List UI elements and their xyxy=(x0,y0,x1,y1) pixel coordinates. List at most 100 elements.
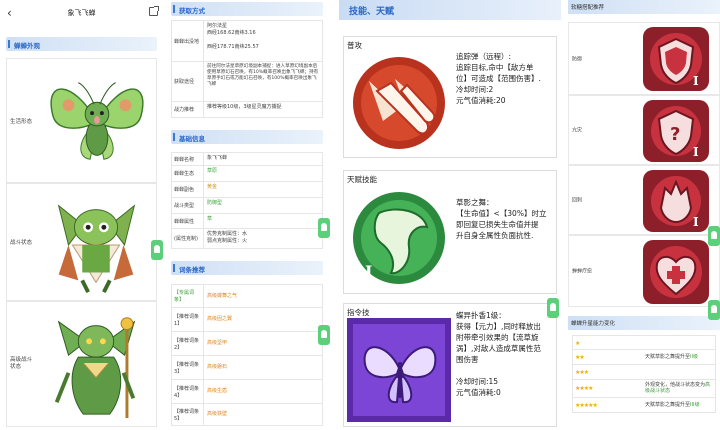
form-label: 战斗状态 xyxy=(10,240,33,246)
spiked-fist-gem-icon[interactable]: I xyxy=(641,168,711,234)
star-rating: ★★★★★ xyxy=(575,402,598,409)
table-row: ★ xyxy=(572,335,716,350)
skills-section-title: 技能、天赋 xyxy=(349,7,395,17)
skill-description: 追踪弹（远程）: 追踪目标,命中【敌方单 位】可造成【范围伤害】. 冷却时间:2… xyxy=(456,52,541,105)
table-row: 蝉蝉副色 黄金 xyxy=(171,182,323,198)
table-value[interactable]: 高级坚甲 xyxy=(204,332,322,349)
skill-card-basic-attack: 普攻 追踪弹（远程）: 追踪目标,命中【敌方单 位】可造成【范围伤害】. 冷却时… xyxy=(343,36,557,158)
table-row: 获取途径 前往阿尔法星草原幻境副本捕捉：进入草原幻境副本后使用草原幻石召唤，有1… xyxy=(171,62,323,102)
acquire-section-title: 获取方式 xyxy=(179,7,205,15)
svg-text:I: I xyxy=(693,74,699,88)
leaf-claw-icon: I xyxy=(353,192,445,284)
table-row: 蝉蝉生态 草原 xyxy=(171,166,323,182)
basic-info-section-title: 基础信息 xyxy=(179,135,205,143)
gem-row-thorns: 回刺 I xyxy=(568,165,720,235)
skills-section-header: 技能、天赋 xyxy=(339,0,561,20)
advanced-battle-form-image xyxy=(54,317,136,419)
floating-side-tab[interactable] xyxy=(318,325,330,345)
table-row: ★★★★★ 天赋草影之舞提升至III级 xyxy=(572,398,716,413)
top-bar: ‹ 象飞飞蝉 xyxy=(0,0,163,26)
table-key: 【推荐词条4】 xyxy=(172,380,204,403)
entry-table: 【专属词条】 高级蝶舞之气 【推荐词条1】 高级固之翼 【推荐词条2】 高级坚甲… xyxy=(171,284,323,426)
gem-and-star-panel: 软糖搭配推荐 防御 I 亢灾 ? I 回刺 I 蝉蝉疗愈 蝉蝉升星能力变化 ★ … xyxy=(568,0,720,430)
gem-label: 回刺 xyxy=(572,197,583,204)
table-key: 蝉蝉名称 xyxy=(172,153,204,165)
appearance-section-header: 蝉蝉外观 xyxy=(6,37,157,51)
table-value[interactable]: 高级固之翼 xyxy=(204,308,322,325)
floating-side-tab[interactable] xyxy=(708,226,720,246)
table-value: 防御型 xyxy=(207,200,223,206)
table-value: 优势克制属性：水 弱点克制属性：火 xyxy=(207,231,248,244)
table-value[interactable]: 高级蝶舞之气 xyxy=(204,285,322,302)
floating-side-tab[interactable] xyxy=(708,300,720,320)
gem-label: 亢灾 xyxy=(572,127,583,134)
svg-text:I: I xyxy=(365,262,372,281)
missile-icon xyxy=(353,57,445,149)
table-value: 前往阿尔法星草原幻境副本捕捉：进入草原幻境副本后使用草原幻石召唤，有10%概率召… xyxy=(207,64,319,87)
star-section-header: 蝉蝉升星能力变化 xyxy=(568,316,720,330)
table-key: 【推荐词条1】 xyxy=(172,308,204,331)
share-icon[interactable] xyxy=(149,6,159,16)
table-value: 黄金 xyxy=(207,184,218,190)
gem-label: 蝉蝉疗愈 xyxy=(572,268,593,275)
table-row: ★★★★ 外观变化，他战斗状态变为高级战斗状态 xyxy=(572,380,716,398)
butterfly-skill-icon xyxy=(347,318,451,422)
star-desc: 外观变化，他战斗状态变为高级战斗状态 xyxy=(645,382,711,394)
basic-info-table: 蝉蝉名称 象飞飞蝉 蝉蝉生态 草原 蝉蝉副色 黄金 战斗类型 防御型 蝉蝉属性 … xyxy=(171,152,323,249)
table-key: 【推荐词条3】 xyxy=(172,356,204,379)
skill-card-talent: 天赋技能 I 草影之舞： 【生命值】<【30%】时立 即回复已损失生命值并提 升… xyxy=(343,170,557,294)
table-row: 蝉蝉名称 象飞飞蝉 xyxy=(171,152,323,166)
table-row: ★★ 天赋草影之舞提升至II级 xyxy=(572,350,716,365)
skill-description: 草影之舞： 【生命值】<【30%】时立 即回复已损失生命值并提 升自身全属性负面… xyxy=(456,198,547,240)
gem-row-defense: 防御 I xyxy=(568,22,720,95)
table-key: 【专属词条】 xyxy=(172,285,204,307)
table-row: 【推荐词条5】 高级铁壁 xyxy=(171,404,323,426)
table-key: 蝉蝉属性 xyxy=(172,214,204,228)
acquire-table: 蝉蝉出没地 阿尔法星 西经168.62南纬3.16 西经178.71南纬25.5… xyxy=(171,20,323,118)
butterfly-life-form-image xyxy=(50,82,144,160)
form-label: 高级战斗状态 xyxy=(10,357,33,370)
table-value: 推荐等级10级，3级星灵魔方捕捉 xyxy=(207,104,282,110)
table-key: 战斗类型 xyxy=(172,198,204,213)
floating-side-tab[interactable] xyxy=(151,240,163,260)
form-row-advanced-battle: 高级战斗状态 xyxy=(6,301,157,427)
floating-side-tab[interactable] xyxy=(318,218,330,238)
skill-name: 天赋技能 xyxy=(347,175,377,184)
table-value: 阿尔法星 西经168.62南纬3.16 西经178.71南纬25.57 xyxy=(207,23,259,50)
shield-question-gem-icon[interactable]: ? I xyxy=(641,98,711,164)
table-value[interactable]: 高级生盾 xyxy=(204,380,322,397)
creature-info-panel: 获取方式 蝉蝉出没地 阿尔法星 西经168.62南纬3.16 西经178.71南… xyxy=(165,0,330,430)
table-row: 蝉蝉出没地 阿尔法星 西经168.62南纬3.16 西经178.71南纬25.5… xyxy=(171,20,323,62)
table-row: 蝉蝉属性 草 xyxy=(171,214,323,229)
svg-text:?: ? xyxy=(670,124,680,145)
floating-side-tab[interactable] xyxy=(547,298,559,318)
gem-row-disaster: 亢灾 ? I xyxy=(568,95,720,165)
svg-text:I: I xyxy=(693,215,699,229)
star-section-title: 蝉蝉升星能力变化 xyxy=(571,321,616,327)
creature-appearance-panel: ‹ 象飞飞蝉 蝉蝉外观 生活形态 战斗状态 高级战斗状态 xyxy=(0,0,163,430)
table-value[interactable]: 高级磐石 xyxy=(204,356,322,373)
battle-form-image xyxy=(57,204,136,294)
table-key: 战力推荐 xyxy=(172,102,204,117)
table-value: 象飞飞蝉 xyxy=(207,155,228,161)
table-key: (属性克制) xyxy=(172,229,204,248)
table-row: 【推荐词条2】 高级坚甲 xyxy=(171,332,323,356)
shield-gem-icon[interactable]: I xyxy=(641,25,711,93)
skill-name: 指令技 xyxy=(347,308,370,317)
heart-heal-gem-icon[interactable] xyxy=(641,238,711,306)
acquire-section-header: 获取方式 xyxy=(171,2,323,16)
table-row: 【推荐词条4】 高级生盾 xyxy=(171,380,323,404)
table-key: 蝉蝉生态 xyxy=(172,166,204,181)
table-value[interactable]: 高级铁壁 xyxy=(204,404,322,420)
table-row: 【推荐词条1】 高级固之翼 xyxy=(171,308,323,332)
table-row: ★★★ xyxy=(572,365,716,380)
table-row: 战斗类型 防御型 xyxy=(171,198,323,214)
star-rating: ★★★ xyxy=(575,369,589,376)
star-rating: ★★ xyxy=(575,354,585,361)
skills-panel: 技能、天赋 普攻 追踪弹（远程）: 追踪目标,命中【敌方单 位】可造成【范围伤害… xyxy=(339,0,561,430)
star-rating: ★★★★ xyxy=(575,385,593,392)
form-row-life: 生活形态 xyxy=(6,58,157,183)
star-upgrade-table: ★ ★★ 天赋草影之舞提升至II级 ★★★ ★★★★ 外观变化，他战斗状态变为高… xyxy=(572,335,716,413)
skill-name: 普攻 xyxy=(347,41,362,50)
form-row-battle: 战斗状态 xyxy=(6,183,157,301)
